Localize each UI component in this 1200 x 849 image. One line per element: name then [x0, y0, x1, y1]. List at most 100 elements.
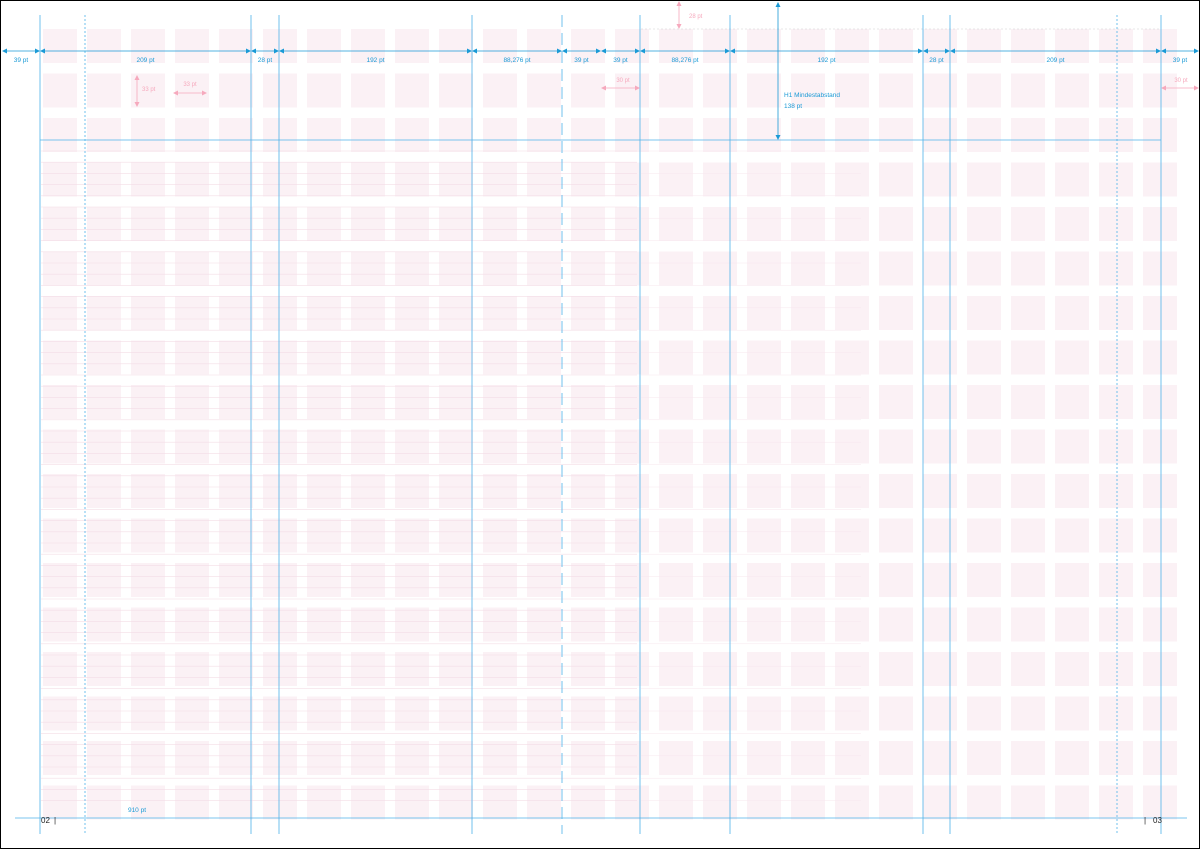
grid-module: [527, 785, 561, 820]
grid-module: [967, 563, 1001, 597]
grid-module: [835, 741, 869, 775]
grid-module: [219, 162, 253, 197]
grid-module: [395, 429, 429, 464]
grid-module: [659, 73, 693, 108]
grid-module: [1099, 429, 1133, 464]
grid-module: [835, 118, 869, 152]
grid-module: [263, 696, 297, 731]
grid-module: [87, 696, 121, 731]
grid-module: [835, 296, 869, 330]
grid-module: [307, 429, 341, 464]
grid-module: [219, 563, 253, 597]
grid-module: [747, 518, 781, 553]
grid-module: [1099, 696, 1133, 731]
grid-module: [1099, 563, 1133, 597]
grid-module: [703, 474, 737, 508]
grid-module: [1055, 340, 1089, 375]
grid-module: [439, 652, 473, 686]
h1-distance-arrow-arrow-top: [775, 2, 781, 7]
grid-module: [483, 207, 517, 241]
grid-module: [219, 73, 253, 108]
grid-module: [659, 385, 693, 419]
grid-module: [1099, 251, 1133, 286]
grid-module: [747, 563, 781, 597]
grid-module: [615, 741, 649, 775]
dimension-arrow-arrow-right: [918, 48, 923, 54]
grid-module: [703, 118, 737, 152]
grid-module: [571, 251, 605, 286]
grid-module: [1143, 474, 1177, 508]
grid-module: [131, 696, 165, 731]
grid-module: [1099, 118, 1133, 152]
grid-module: [1143, 207, 1177, 241]
grid-module: [87, 429, 121, 464]
page-number-right: 03: [1153, 816, 1162, 825]
dimension-label: 88,276 pt: [503, 57, 530, 64]
grid-module: [835, 563, 869, 597]
grid-module: [263, 785, 297, 820]
grid-module: [175, 741, 209, 775]
grid-module: [351, 251, 385, 286]
grid-module: [791, 251, 825, 286]
grid-module: [1011, 785, 1045, 820]
grid-module: [1011, 429, 1045, 464]
grid-module: [615, 518, 649, 553]
grid-module: [967, 652, 1001, 686]
grid-module: [527, 385, 561, 419]
grid-module: [791, 652, 825, 686]
grid-module: [439, 741, 473, 775]
grid-module: [483, 340, 517, 375]
grid-module: [879, 73, 913, 108]
grid-module: [43, 207, 77, 241]
grid-module: [835, 474, 869, 508]
grid-module: [1099, 607, 1133, 642]
grid-module: [703, 785, 737, 820]
grid-module: [527, 652, 561, 686]
grid-module: [395, 385, 429, 419]
grid-module: [1055, 251, 1089, 286]
grid-module: [175, 607, 209, 642]
grid-module: [835, 607, 869, 642]
grid-module: [1011, 162, 1045, 197]
grid-module: [835, 652, 869, 686]
grid-module: [263, 652, 297, 686]
grid-module: [219, 474, 253, 508]
grid-module: [527, 296, 561, 330]
grid-module: [923, 518, 957, 553]
grid-module: [615, 696, 649, 731]
grid-module: [1011, 652, 1045, 686]
grid-module: [879, 340, 913, 375]
grid-module: [1143, 741, 1177, 775]
grid-module: [1143, 518, 1177, 553]
grid-module: [87, 741, 121, 775]
grid-module: [439, 385, 473, 419]
grid-module: [263, 251, 297, 286]
grid-module: [439, 563, 473, 597]
grid-module: [483, 73, 517, 108]
grid-module: [483, 741, 517, 775]
grid-module: [879, 474, 913, 508]
grid-module: [527, 741, 561, 775]
grid-module: [1011, 118, 1045, 152]
grid-module: [483, 607, 517, 642]
grid-module: [1143, 652, 1177, 686]
grid-module: [483, 251, 517, 286]
grid-module: [307, 162, 341, 197]
grid-module: [351, 118, 385, 152]
grid-module: [351, 785, 385, 820]
grid-module: [263, 118, 297, 152]
grid-module: [87, 340, 121, 375]
grid-module: [351, 741, 385, 775]
grid-module: [307, 741, 341, 775]
grid-module: [131, 385, 165, 419]
grid-module: [43, 785, 77, 820]
grid-module: [703, 29, 737, 63]
grid-module: [43, 696, 77, 731]
grid-module: [131, 518, 165, 553]
grid-module: [791, 385, 825, 419]
grid-module: [483, 696, 517, 731]
grid-module: [263, 340, 297, 375]
grid-module: [263, 474, 297, 508]
grid-module: [571, 296, 605, 330]
grid-module: [483, 652, 517, 686]
